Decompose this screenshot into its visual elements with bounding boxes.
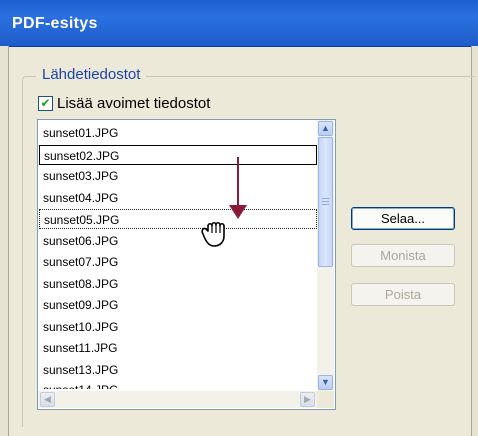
file-list-item[interactable]: sunset13.JPG (39, 360, 317, 380)
drag-direction-arrow (237, 157, 239, 208)
vertical-scrollbar[interactable]: ▲ ▼ (317, 120, 334, 391)
check-icon: ✔ (40, 96, 51, 110)
scroll-thumb[interactable] (318, 137, 333, 267)
scroll-right-icon: ▶ (304, 394, 311, 404)
scroll-down-icon: ▼ (321, 377, 330, 387)
scroll-right-button[interactable]: ▶ (300, 392, 315, 407)
file-list-item[interactable]: sunset07.JPG (39, 252, 317, 272)
grab-hand-icon (201, 221, 225, 247)
drag-direction-arrowhead (229, 205, 247, 219)
title-bar[interactable]: PDF-esitys (0, 0, 478, 47)
window-frame-left (0, 46, 9, 436)
scroll-down-button[interactable]: ▼ (318, 375, 333, 390)
file-list-item[interactable]: sunset05.JPG (39, 209, 317, 229)
file-list-item[interactable]: sunset08.JPG (39, 274, 317, 294)
file-list-item[interactable]: sunset04.JPG (39, 188, 317, 208)
file-list-item[interactable]: sunset14.JPG (39, 381, 317, 389)
file-list-item[interactable]: sunset02.JPG (39, 144, 317, 165)
remove-button: Poista (351, 283, 455, 306)
scroll-grip-line (322, 204, 329, 205)
horizontal-scrollbar[interactable]: ◀ ▶ (38, 391, 317, 408)
file-list-item[interactable]: sunset09.JPG (39, 295, 317, 315)
scroll-grip-line (322, 201, 329, 202)
window-title: PDF-esitys (12, 15, 98, 32)
scroll-up-icon: ▲ (321, 123, 330, 133)
add-open-files-label[interactable]: Lisää avoimet tiedostot (57, 95, 210, 112)
file-list-item[interactable]: sunset06.JPG (39, 231, 317, 251)
scroll-grip-line (322, 198, 329, 199)
add-open-files-option[interactable]: ✔ Lisää avoimet tiedostot (38, 95, 210, 112)
file-list-item[interactable]: sunset10.JPG (39, 317, 317, 337)
add-open-files-checkbox[interactable]: ✔ (38, 96, 53, 111)
scroll-left-button[interactable]: ◀ (40, 392, 55, 407)
scrollbar-corner (317, 391, 334, 408)
scroll-left-icon: ◀ (44, 394, 51, 404)
source-file-list[interactable]: sunset01.JPG sunset02.JPG sunset03.JPG suns… (37, 119, 336, 410)
source-files-legend: Lähdetiedostot (36, 66, 147, 83)
file-list-item[interactable]: sunset01.JPG (39, 123, 317, 143)
duplicate-button: Monista (351, 244, 455, 267)
scroll-up-button[interactable]: ▲ (318, 121, 333, 136)
file-list-item[interactable]: sunset11.JPG (39, 338, 317, 358)
file-list-item[interactable]: sunset03.JPG (39, 166, 317, 186)
browse-button[interactable]: Selaa... (351, 207, 455, 230)
